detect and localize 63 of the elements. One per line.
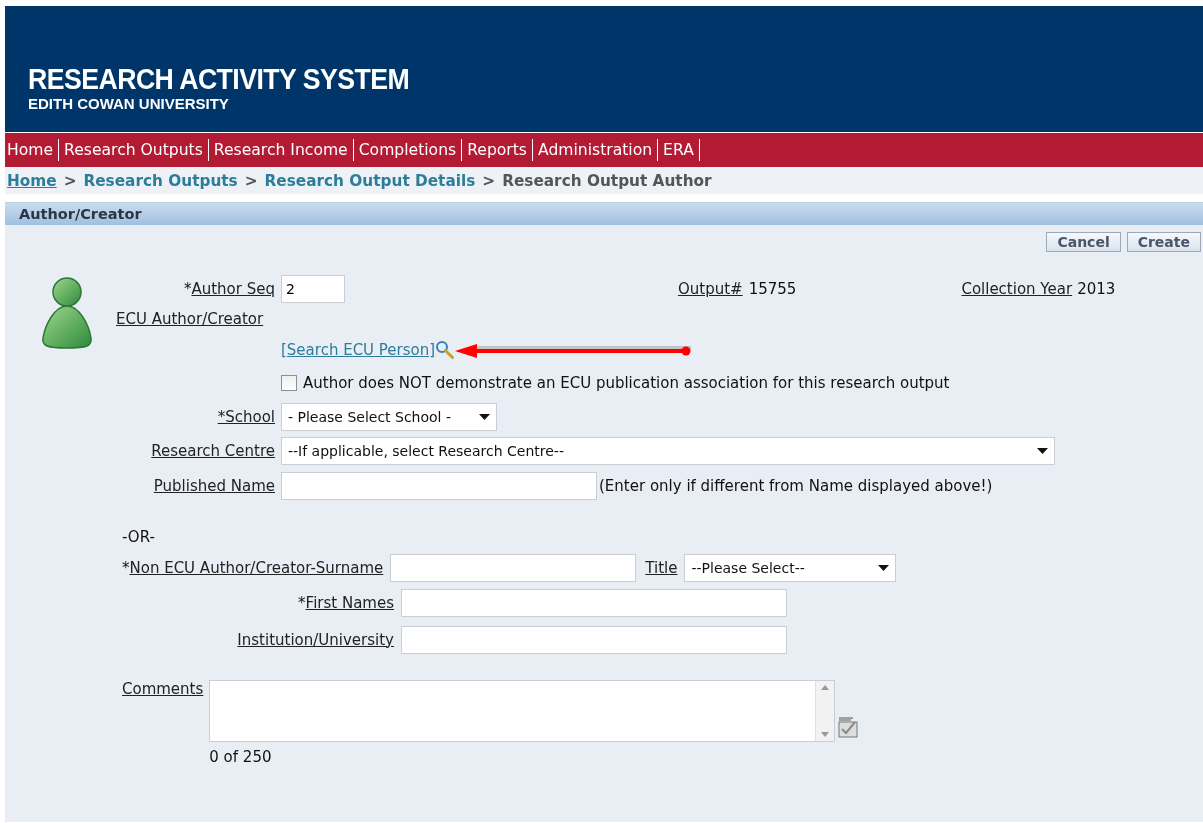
select-value: --Please Select-- <box>691 560 805 576</box>
cancel-button[interactable]: Cancel <box>1046 232 1121 252</box>
field-label: ECU Author/Creator <box>116 310 264 328</box>
search-person-link[interactable]: [Search ECU Person] <box>281 341 436 359</box>
research-centre-select[interactable]: --If applicable, select Research Centre-- <box>281 437 1055 465</box>
scroll-down-icon[interactable] <box>821 732 830 737</box>
person-icon <box>39 276 95 350</box>
breadcrumb-separator: > <box>482 171 496 190</box>
published-name-field[interactable] <box>281 472 597 500</box>
breadcrumb-link[interactable]: Research Output Details <box>264 171 476 190</box>
field-label: First Names <box>305 593 394 612</box>
field-label: Institution/University <box>237 630 394 649</box>
field-value: 15755 <box>748 280 797 298</box>
institution-field[interactable] <box>401 625 787 654</box>
required-mark: * <box>122 559 130 577</box>
dropdown-caret-icon[interactable] <box>878 565 890 571</box>
section-title: Author/Creator <box>19 206 142 222</box>
hint-text: (Enter only if different from Name displayed above!) <box>599 477 993 495</box>
scrollbar[interactable] <box>815 681 835 741</box>
search-icon[interactable] <box>435 340 456 360</box>
field-label: Comments <box>122 680 204 700</box>
breadcrumb-current-page: Research Output Author <box>502 171 712 190</box>
breadcrumb-link[interactable]: Home <box>7 171 57 190</box>
nav-link[interactable]: Completions <box>356 139 463 161</box>
surname-field[interactable] <box>390 554 637 582</box>
scroll-up-icon[interactable] <box>821 685 830 690</box>
comments-field[interactable] <box>209 680 836 742</box>
required-mark: * <box>298 593 306 612</box>
select-value: - Please Select School - <box>288 409 451 425</box>
checkbox[interactable] <box>281 375 297 391</box>
field-label: Published Name <box>153 477 275 495</box>
or-separator: -OR- <box>122 528 155 546</box>
nav-link[interactable]: Home <box>5 139 60 161</box>
character-counter: 0 of 250 <box>209 748 273 766</box>
checkbox-label: Author does NOT demonstrate an ECU publication association for this research output <box>303 374 950 392</box>
field-label: Collection Year <box>961 280 1073 298</box>
breadcrumb-separator: > <box>244 171 258 190</box>
select-value: --If applicable, select Research Centre-- <box>288 443 564 459</box>
field-value: 2013 <box>1077 280 1116 298</box>
school-select[interactable]: - Please Select School - <box>281 403 497 431</box>
dropdown-caret-icon[interactable] <box>1037 448 1048 454</box>
nav-link[interactable]: ERA <box>661 139 700 161</box>
required-mark: * <box>183 280 192 298</box>
create-button[interactable]: Create <box>1126 232 1201 252</box>
nav-link[interactable]: Reports <box>465 139 533 161</box>
author-seq-field[interactable]: 2 <box>281 275 345 303</box>
app-subtitle: EDITH COWAN UNIVERSITY <box>28 95 230 112</box>
nav-link[interactable]: Research Income <box>211 139 354 161</box>
field-label: *School <box>217 408 275 426</box>
app-title: RESEARCH ACTIVITY SYSTEM <box>28 63 411 95</box>
breadcrumb-separator: > <box>63 171 77 190</box>
first-names-field[interactable] <box>401 588 787 617</box>
breadcrumb-link[interactable]: Research Outputs <box>83 171 238 190</box>
spellcheck-icon[interactable] <box>837 716 860 738</box>
field-label: Output# <box>678 280 743 298</box>
field-label: Title <box>645 559 678 577</box>
field-label: Author Seq <box>191 280 275 298</box>
nav-link[interactable]: Administration <box>536 139 659 161</box>
dropdown-caret-icon[interactable] <box>479 414 490 420</box>
field-label: Research Centre <box>151 442 275 460</box>
nav-link[interactable]: Research Outputs <box>62 139 209 161</box>
title-select[interactable]: --Please Select-- <box>684 554 897 582</box>
field-label: Non ECU Author/Creator-Surname <box>129 559 384 577</box>
